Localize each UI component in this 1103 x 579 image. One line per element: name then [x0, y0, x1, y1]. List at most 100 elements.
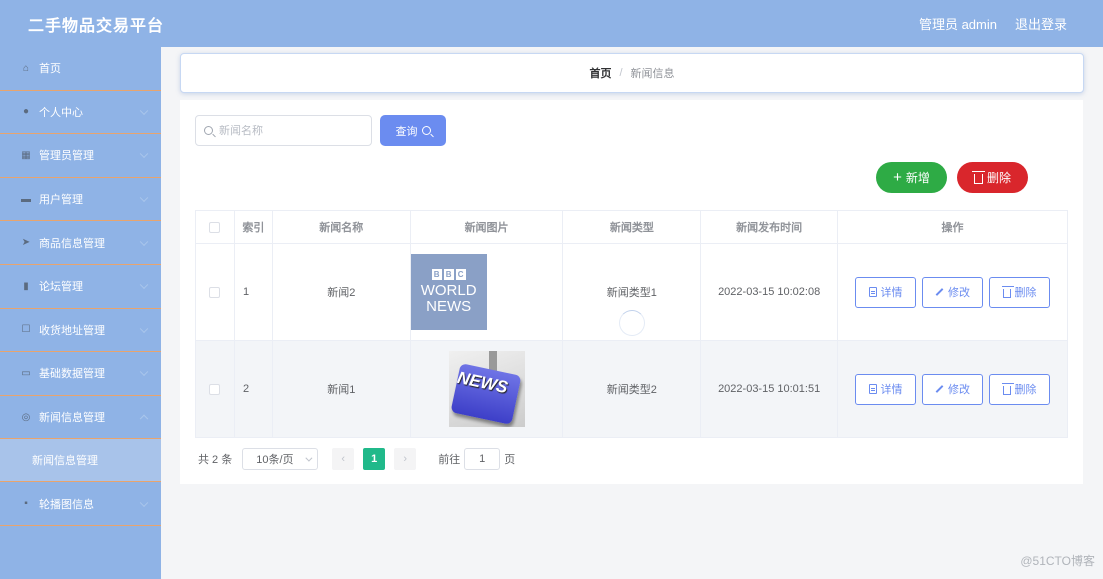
- prev-page-button[interactable]: ‹: [332, 448, 355, 470]
- chart-icon: ▮: [23, 280, 29, 292]
- row-delete-button[interactable]: 删除: [989, 373, 1051, 405]
- edit-icon: [935, 385, 944, 393]
- monitor-icon: ▭: [21, 367, 31, 379]
- sidebar-item-forum-management[interactable]: ▮ 论坛管理: [0, 265, 161, 309]
- table-header-row: 索引 新闻名称 新闻图片 新闻类型 新闻发布时间 操作: [195, 210, 1068, 244]
- apps-icon: ▪: [24, 498, 28, 510]
- type-cell: 新闻类型2: [562, 340, 702, 438]
- next-page-button[interactable]: ›: [394, 448, 417, 470]
- goto-page-input[interactable]: 1: [464, 448, 501, 470]
- trash-icon: [1001, 382, 1014, 395]
- sidebar-item-label: 用户管理: [39, 194, 83, 207]
- breadcrumb-home[interactable]: 首页: [589, 65, 611, 81]
- breadcrumb: 首页 / 新闻信息: [180, 53, 1084, 93]
- chevron-left-icon: ‹: [341, 453, 346, 465]
- logout-link[interactable]: 退出登录: [1015, 14, 1067, 33]
- user-icon: ●: [22, 106, 30, 118]
- batch-delete-button[interactable]: 删除: [957, 162, 1028, 193]
- sidebar-item-home[interactable]: ⌂ 首页: [0, 47, 161, 91]
- delete-button-label: 删除: [986, 171, 1011, 185]
- sidebar-item-user-management[interactable]: ▬ 用户管理: [0, 178, 161, 222]
- search-input[interactable]: [219, 124, 359, 137]
- detail-button[interactable]: 详情: [855, 276, 917, 308]
- sidebar-item-basic-data[interactable]: ▭ 基础数据管理: [0, 352, 161, 396]
- add-button[interactable]: + 新增: [876, 162, 947, 193]
- id-card-icon: ▬: [21, 193, 31, 205]
- breadcrumb-current: 新闻信息: [630, 68, 675, 80]
- sidebar-item-label: 个人中心: [39, 106, 83, 119]
- column-header: 新闻类型: [562, 210, 702, 244]
- query-button[interactable]: 查询: [380, 115, 446, 146]
- select-all-checkbox[interactable]: [209, 221, 221, 233]
- sidebar-item-personal-center[interactable]: ● 个人中心: [0, 91, 161, 135]
- content-panel: 查询 + 新增 删除 索引 新闻名称 新闻图片 新闻类型 新闻发布时间 操作: [180, 100, 1083, 484]
- news-image-bbc[interactable]: B B C WORLD NEWS: [410, 254, 487, 330]
- sidebar: ⌂ 首页 ● 个人中心 ▦ 管理员管理 ▬ 用户管理 ➤ 商品信息管理 ▮ 论坛…: [0, 47, 161, 579]
- sidebar-subitem-label: 新闻信息管理: [32, 455, 98, 468]
- chevron-down-icon: [139, 324, 149, 333]
- actions-cell: 详情 修改 删除: [837, 243, 1068, 341]
- watermark: @51CTO博客: [1020, 554, 1095, 568]
- trash-icon: [971, 170, 985, 184]
- trash-icon: [1001, 285, 1014, 298]
- sidebar-item-admin-management[interactable]: ▦ 管理员管理: [0, 134, 161, 178]
- page-size-select[interactable]: 10条/页: [242, 448, 319, 470]
- sidebar-item-label: 新闻信息管理: [39, 412, 105, 425]
- table-row: 2 新闻1 NEWS 新闻类型2 2022-03-15 10:01:51 详情 …: [195, 340, 1068, 438]
- image-cell: B B C WORLD NEWS: [409, 243, 564, 341]
- news-image-key[interactable]: NEWS: [448, 351, 525, 427]
- user-area: 管理员 admin 退出登录: [919, 14, 1067, 33]
- sidebar-item-address-management[interactable]: ☐ 收货地址管理: [0, 309, 161, 353]
- search-icon: [421, 126, 431, 135]
- edit-button[interactable]: 修改: [922, 276, 984, 308]
- search-field[interactable]: [195, 115, 372, 146]
- sidebar-item-label: 收货地址管理: [39, 324, 105, 337]
- search-icon: [204, 126, 213, 135]
- row-checkbox[interactable]: [209, 383, 221, 395]
- actions-cell: 详情 修改 删除: [837, 340, 1068, 438]
- column-header: 新闻名称: [271, 210, 411, 244]
- admin-label[interactable]: 管理员 admin: [919, 14, 997, 33]
- send-icon: ➤: [21, 237, 31, 249]
- grid-icon: ▦: [21, 149, 31, 161]
- image-cell: NEWS: [409, 340, 564, 438]
- row-select-cell: [195, 340, 235, 438]
- detail-button[interactable]: 详情: [855, 373, 917, 405]
- sidebar-item-news-management[interactable]: ◎ 新闻信息管理: [0, 396, 161, 440]
- goto-suffix: 页: [504, 454, 516, 466]
- pagination: 共 2 条 10条/页 ‹ 1 › 前往 1 页: [198, 448, 515, 470]
- home-icon: ⌂: [22, 62, 30, 74]
- row-select-cell: [195, 243, 235, 341]
- chevron-down-icon: [139, 498, 149, 507]
- column-header: 索引: [233, 210, 273, 244]
- breadcrumb-separator: /: [619, 67, 623, 79]
- edit-button[interactable]: 修改: [922, 373, 984, 405]
- document-icon: [868, 287, 877, 297]
- column-header: 新闻发布时间: [700, 210, 839, 244]
- sidebar-item-goods-management[interactable]: ➤ 商品信息管理: [0, 221, 161, 265]
- compass-icon: ◎: [21, 411, 31, 423]
- phone-icon: ☐: [21, 324, 31, 336]
- sidebar-subitem-news-management[interactable]: 新闻信息管理: [0, 439, 161, 483]
- chevron-down-icon: [139, 237, 149, 246]
- row-delete-button[interactable]: 删除: [989, 276, 1051, 308]
- time-cell: 2022-03-15 10:02:08: [700, 243, 839, 341]
- chevron-down-icon: [139, 280, 149, 290]
- chevron-down-icon: [139, 106, 149, 115]
- plus-icon: +: [893, 169, 902, 186]
- name-cell: 新闻1: [271, 340, 411, 438]
- name-cell: 新闻2: [271, 243, 411, 341]
- select-all-cell: [195, 210, 235, 244]
- sidebar-item-label: 论坛管理: [39, 281, 83, 294]
- chevron-up-icon: [139, 414, 149, 424]
- app-title: 二手物品交易平台: [28, 17, 165, 35]
- sidebar-item-carousel[interactable]: ▪ 轮播图信息: [0, 482, 161, 526]
- loading-spinner-icon: [619, 310, 645, 336]
- page-number-current[interactable]: 1: [363, 448, 386, 470]
- column-header: 操作: [837, 210, 1068, 244]
- time-cell: 2022-03-15 10:01:51: [700, 340, 839, 438]
- row-checkbox[interactable]: [209, 286, 221, 298]
- query-button-label: 查询: [395, 125, 418, 138]
- bbc-logo: B B C: [431, 269, 466, 280]
- total-count: 共 2 条: [198, 454, 233, 466]
